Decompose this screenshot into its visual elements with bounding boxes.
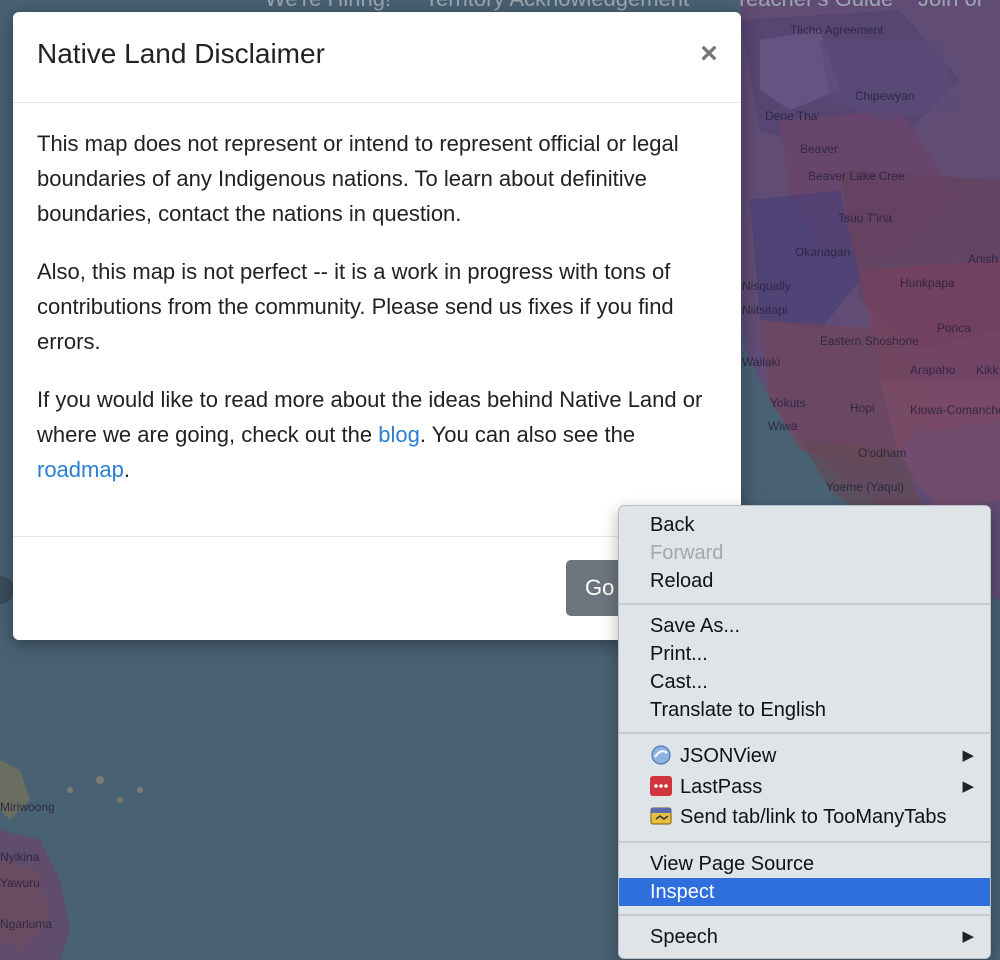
menu-item-cast[interactable]: Cast... [619, 668, 990, 696]
menu-item-label: JSONView [680, 745, 777, 767]
menu-item-view-source[interactable]: View Page Source [619, 850, 990, 878]
submenu-arrow-icon: ▶ [962, 928, 974, 945]
menu-separator [619, 732, 990, 734]
blog-link[interactable]: blog [378, 422, 420, 447]
disclaimer-paragraph-3: If you would like to read more about the… [37, 382, 727, 487]
disclaimer-paragraph-1: This map does not represent or intend to… [37, 131, 679, 226]
menu-item-label: Send tab/link to TooManyTabs [680, 806, 947, 828]
menu-item-label: Speech [650, 926, 718, 948]
modal-title: Native Land Disclaimer [37, 38, 325, 69]
lastpass-icon [650, 776, 672, 796]
paragraph-text: . You can also see the [419, 422, 636, 447]
menu-item-label: LastPass [680, 776, 763, 798]
paragraph-text: . [123, 457, 130, 482]
jsonview-icon [651, 745, 671, 765]
menu-item-forward: Forward [650, 542, 724, 564]
menu-item-lastpass[interactable]: LastPass ▶ [619, 773, 990, 801]
menu-item-reload[interactable]: Reload [619, 567, 990, 595]
menu-separator [619, 603, 990, 605]
toomanytabs-icon [650, 807, 672, 825]
submenu-arrow-icon: ▶ [962, 778, 974, 795]
menu-item-save-as[interactable]: Save As... [619, 612, 990, 640]
roadmap-link[interactable]: roadmap [37, 457, 124, 482]
submenu-arrow-icon: ▶ [962, 747, 974, 764]
menu-separator [619, 914, 990, 916]
menu-item-toomanytabs[interactable]: Send tab/link to TooManyTabs [619, 803, 990, 831]
modal-header: Native Land Disclaimer × [13, 12, 741, 103]
menu-item-speech[interactable]: Speech ▶ [619, 923, 990, 951]
menu-item-jsonview[interactable]: JSONView ▶ [619, 742, 990, 770]
menu-item-translate[interactable]: Translate to English [619, 696, 990, 724]
context-menu: Back Forward Reload Save As... Print... … [618, 505, 991, 959]
disclaimer-paragraph-2: Also, this map is not perfect -- it is a… [37, 259, 674, 354]
close-icon[interactable]: × [697, 39, 721, 69]
menu-item-inspect[interactable]: Inspect [619, 878, 990, 906]
menu-separator [619, 841, 990, 843]
menu-item-back[interactable]: Back [619, 511, 990, 539]
menu-item-print[interactable]: Print... [619, 640, 990, 668]
modal-body: This map does not represent or intend to… [37, 126, 727, 510]
